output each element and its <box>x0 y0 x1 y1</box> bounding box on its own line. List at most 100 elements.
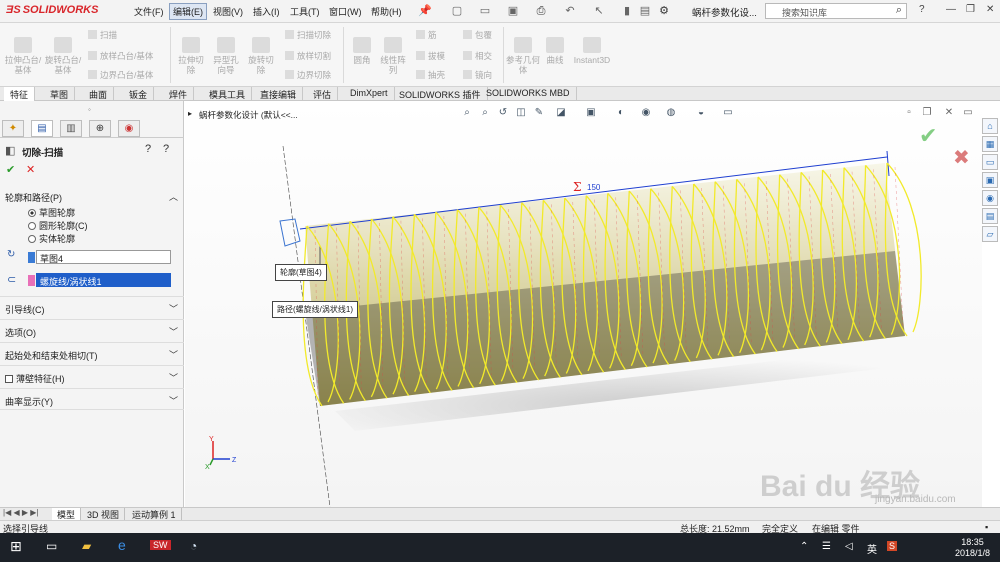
help-icon[interactable]: ? <box>145 143 151 155</box>
windows-start-icon[interactable]: ⊞ <box>10 538 22 555</box>
custom-properties-icon[interactable]: ▤ <box>982 208 998 224</box>
instant3d-button[interactable]: Instant3D <box>572 37 612 65</box>
profile-selection-box[interactable]: 草图4 <box>28 250 171 264</box>
network-icon[interactable]: ☰ <box>822 541 831 552</box>
options-section[interactable]: 选项(O) ﹀ <box>0 319 184 341</box>
tab-model[interactable]: 模型 <box>52 508 82 520</box>
draft-button[interactable]: 拔模 <box>416 50 445 62</box>
curvature-display-section[interactable]: 曲率显示(Y) ﹀ <box>0 388 184 410</box>
sweep-button[interactable]: 扫描 <box>88 29 117 41</box>
boundary-boss-button[interactable]: 边界凸台/基体 <box>88 69 153 81</box>
tab-features[interactable]: 特征 <box>4 87 36 101</box>
menu-window[interactable]: 窗口(W) <box>329 5 362 18</box>
tab-motion-study[interactable]: 运动算例 1 <box>127 508 182 520</box>
menu-view[interactable]: 视图(V) <box>213 5 243 18</box>
tab-solidworks-addins[interactable]: SOLIDWORKS 插件 <box>393 87 488 101</box>
expand-chevron-icon[interactable]: ﹀ <box>169 394 178 407</box>
file-properties-icon[interactable]: ▤ <box>638 4 652 18</box>
file-explorer-icon[interactable]: ▭ <box>982 154 998 170</box>
shell-button[interactable]: 抽壳 <box>416 69 445 81</box>
revolved-cut-button[interactable]: 旋转切除 <box>245 37 277 75</box>
tab-evaluate[interactable]: 评估 <box>307 87 339 101</box>
tab-direct-editing[interactable]: 直接编辑 <box>254 87 304 101</box>
cancel-x-icon[interactable]: ✕ <box>26 163 35 176</box>
edge-browser-icon[interactable]: e <box>118 537 126 553</box>
tab-solidworks-mbd[interactable]: SOLIDWORKS MBD <box>480 87 577 101</box>
intersect-button[interactable]: 相交 <box>463 50 492 62</box>
pin-icon[interactable]: 📌 <box>418 4 432 18</box>
file-explorer-taskbar-icon[interactable]: ▰ <box>82 539 91 553</box>
thin-feature-section[interactable]: 薄壁特征(H) ﹀ <box>0 365 184 387</box>
ime-indicator[interactable]: 英 <box>867 541 877 556</box>
undo-icon[interactable]: ↶ <box>563 4 577 18</box>
dimxpert-manager-tab-icon[interactable]: ⊕ <box>89 120 111 137</box>
menu-tools[interactable]: 工具(T) <box>290 5 320 18</box>
save-icon[interactable]: ▣ <box>506 4 520 18</box>
close-button[interactable]: ✕ <box>986 4 994 15</box>
fillet-button[interactable]: 圆角 <box>347 37 377 65</box>
tab-sketch[interactable]: 草图 <box>44 87 76 101</box>
help-icon[interactable]: ? <box>919 4 925 15</box>
volume-icon[interactable]: ◁ <box>845 541 853 552</box>
taskbar-clock[interactable]: 18:35 2018/1/8 <box>955 537 990 559</box>
revolved-boss-button[interactable]: 旋转凸台/基体 <box>44 37 82 75</box>
collapse-chevron-icon[interactable]: ︿ <box>169 190 178 203</box>
restore-button[interactable]: ❐ <box>966 4 975 15</box>
radio-sketch-profile[interactable]: 草图轮廓 <box>28 206 75 219</box>
guide-curves-section[interactable]: 引导线(C) ﹀ <box>0 296 184 318</box>
menu-edit[interactable]: 编辑(E) <box>169 3 207 20</box>
design-library-icon[interactable]: ▦ <box>982 136 998 152</box>
tab-surfaces[interactable]: 曲面 <box>83 87 115 101</box>
print-icon[interactable]: ⎙ <box>534 4 548 18</box>
home-icon[interactable]: ⌂ <box>982 118 998 134</box>
reference-geometry-button[interactable]: 参考几何体 <box>506 37 540 75</box>
solidworks-taskbar-icon[interactable]: SW <box>150 540 171 550</box>
tab-dimxpert[interactable]: DimXpert <box>344 87 395 101</box>
hole-wizard-button[interactable]: 异型孔向导 <box>210 37 242 75</box>
menu-insert[interactable]: 插入(I) <box>253 5 280 18</box>
profile-and-path-section[interactable]: 轮廓和路径(P) ︿ <box>0 185 184 207</box>
tab-3d-views[interactable]: 3D 视图 <box>82 508 126 520</box>
select-icon[interactable]: ↖ <box>592 4 606 18</box>
expand-chevron-icon[interactable]: ﹀ <box>169 371 178 384</box>
profile-callout[interactable]: 轮廓(草图4) <box>275 264 327 281</box>
swept-cut-button[interactable]: 扫描切除 <box>285 29 331 41</box>
tray-people-icon[interactable]: ⌃ <box>800 541 808 552</box>
expand-chevron-icon[interactable]: ﹀ <box>169 302 178 315</box>
menu-help[interactable]: 帮助(H) <box>371 5 402 18</box>
open-icon[interactable]: ▭ <box>478 4 492 18</box>
property-manager-tab-icon[interactable]: ▤ <box>31 120 53 137</box>
forum-icon[interactable]: ▱ <box>982 226 998 242</box>
feature-manager-tab-icon[interactable]: ✦ <box>2 120 24 137</box>
display-manager-tab-icon[interactable]: ◉ <box>118 120 140 137</box>
linear-pattern-button[interactable]: 线性阵列 <box>378 37 408 75</box>
profile-sketch[interactable] <box>279 218 301 247</box>
search-knowledge-base-input[interactable]: 搜索知识库 ⌕ <box>765 3 907 19</box>
radio-circular-profile[interactable]: 圆形轮廓(C) <box>28 219 88 232</box>
boundary-cut-button[interactable]: 边界切除 <box>285 69 331 81</box>
thin-feature-checkbox[interactable] <box>5 375 13 383</box>
tab-weldments[interactable]: 焊件 <box>163 87 195 101</box>
expand-chevron-icon[interactable]: ﹀ <box>169 348 178 361</box>
configuration-manager-tab-icon[interactable]: ▥ <box>60 120 82 137</box>
options-gear-icon[interactable]: ⚙ <box>657 4 671 18</box>
rib-button[interactable]: 筋 <box>416 29 437 41</box>
minimize-button[interactable]: — <box>946 4 956 15</box>
menu-file[interactable]: 文件(F) <box>134 5 164 18</box>
start-end-tangency-section[interactable]: 起始处和结束处相切(T) ﹀ <box>0 342 184 364</box>
extruded-boss-button[interactable]: 拉伸凸台/基体 <box>4 37 42 75</box>
tab-sheet-metal[interactable]: 钣金 <box>123 87 155 101</box>
info-icon[interactable]: ? <box>163 143 169 155</box>
expand-chevron-icon[interactable]: ﹀ <box>169 325 178 338</box>
loft-boss-button[interactable]: 放样凸台/基体 <box>88 50 153 62</box>
wrap-button[interactable]: 包覆 <box>463 29 492 41</box>
ok-checkmark-icon[interactable]: ✔ <box>6 163 15 176</box>
dimension-value[interactable]: 150 <box>587 183 601 192</box>
tab-mold-tools[interactable]: 模具工具 <box>203 87 253 101</box>
rebuild-icon[interactable]: ▮ <box>620 4 634 18</box>
curves-button[interactable]: 曲线 <box>542 37 568 65</box>
path-selection-box[interactable]: 螺旋线/涡状线1 <box>28 273 171 287</box>
extruded-cut-button[interactable]: 拉伸切除 <box>175 37 207 75</box>
input-method-icon[interactable]: S <box>887 541 898 551</box>
search-icon[interactable]: ⌕ <box>896 4 902 17</box>
